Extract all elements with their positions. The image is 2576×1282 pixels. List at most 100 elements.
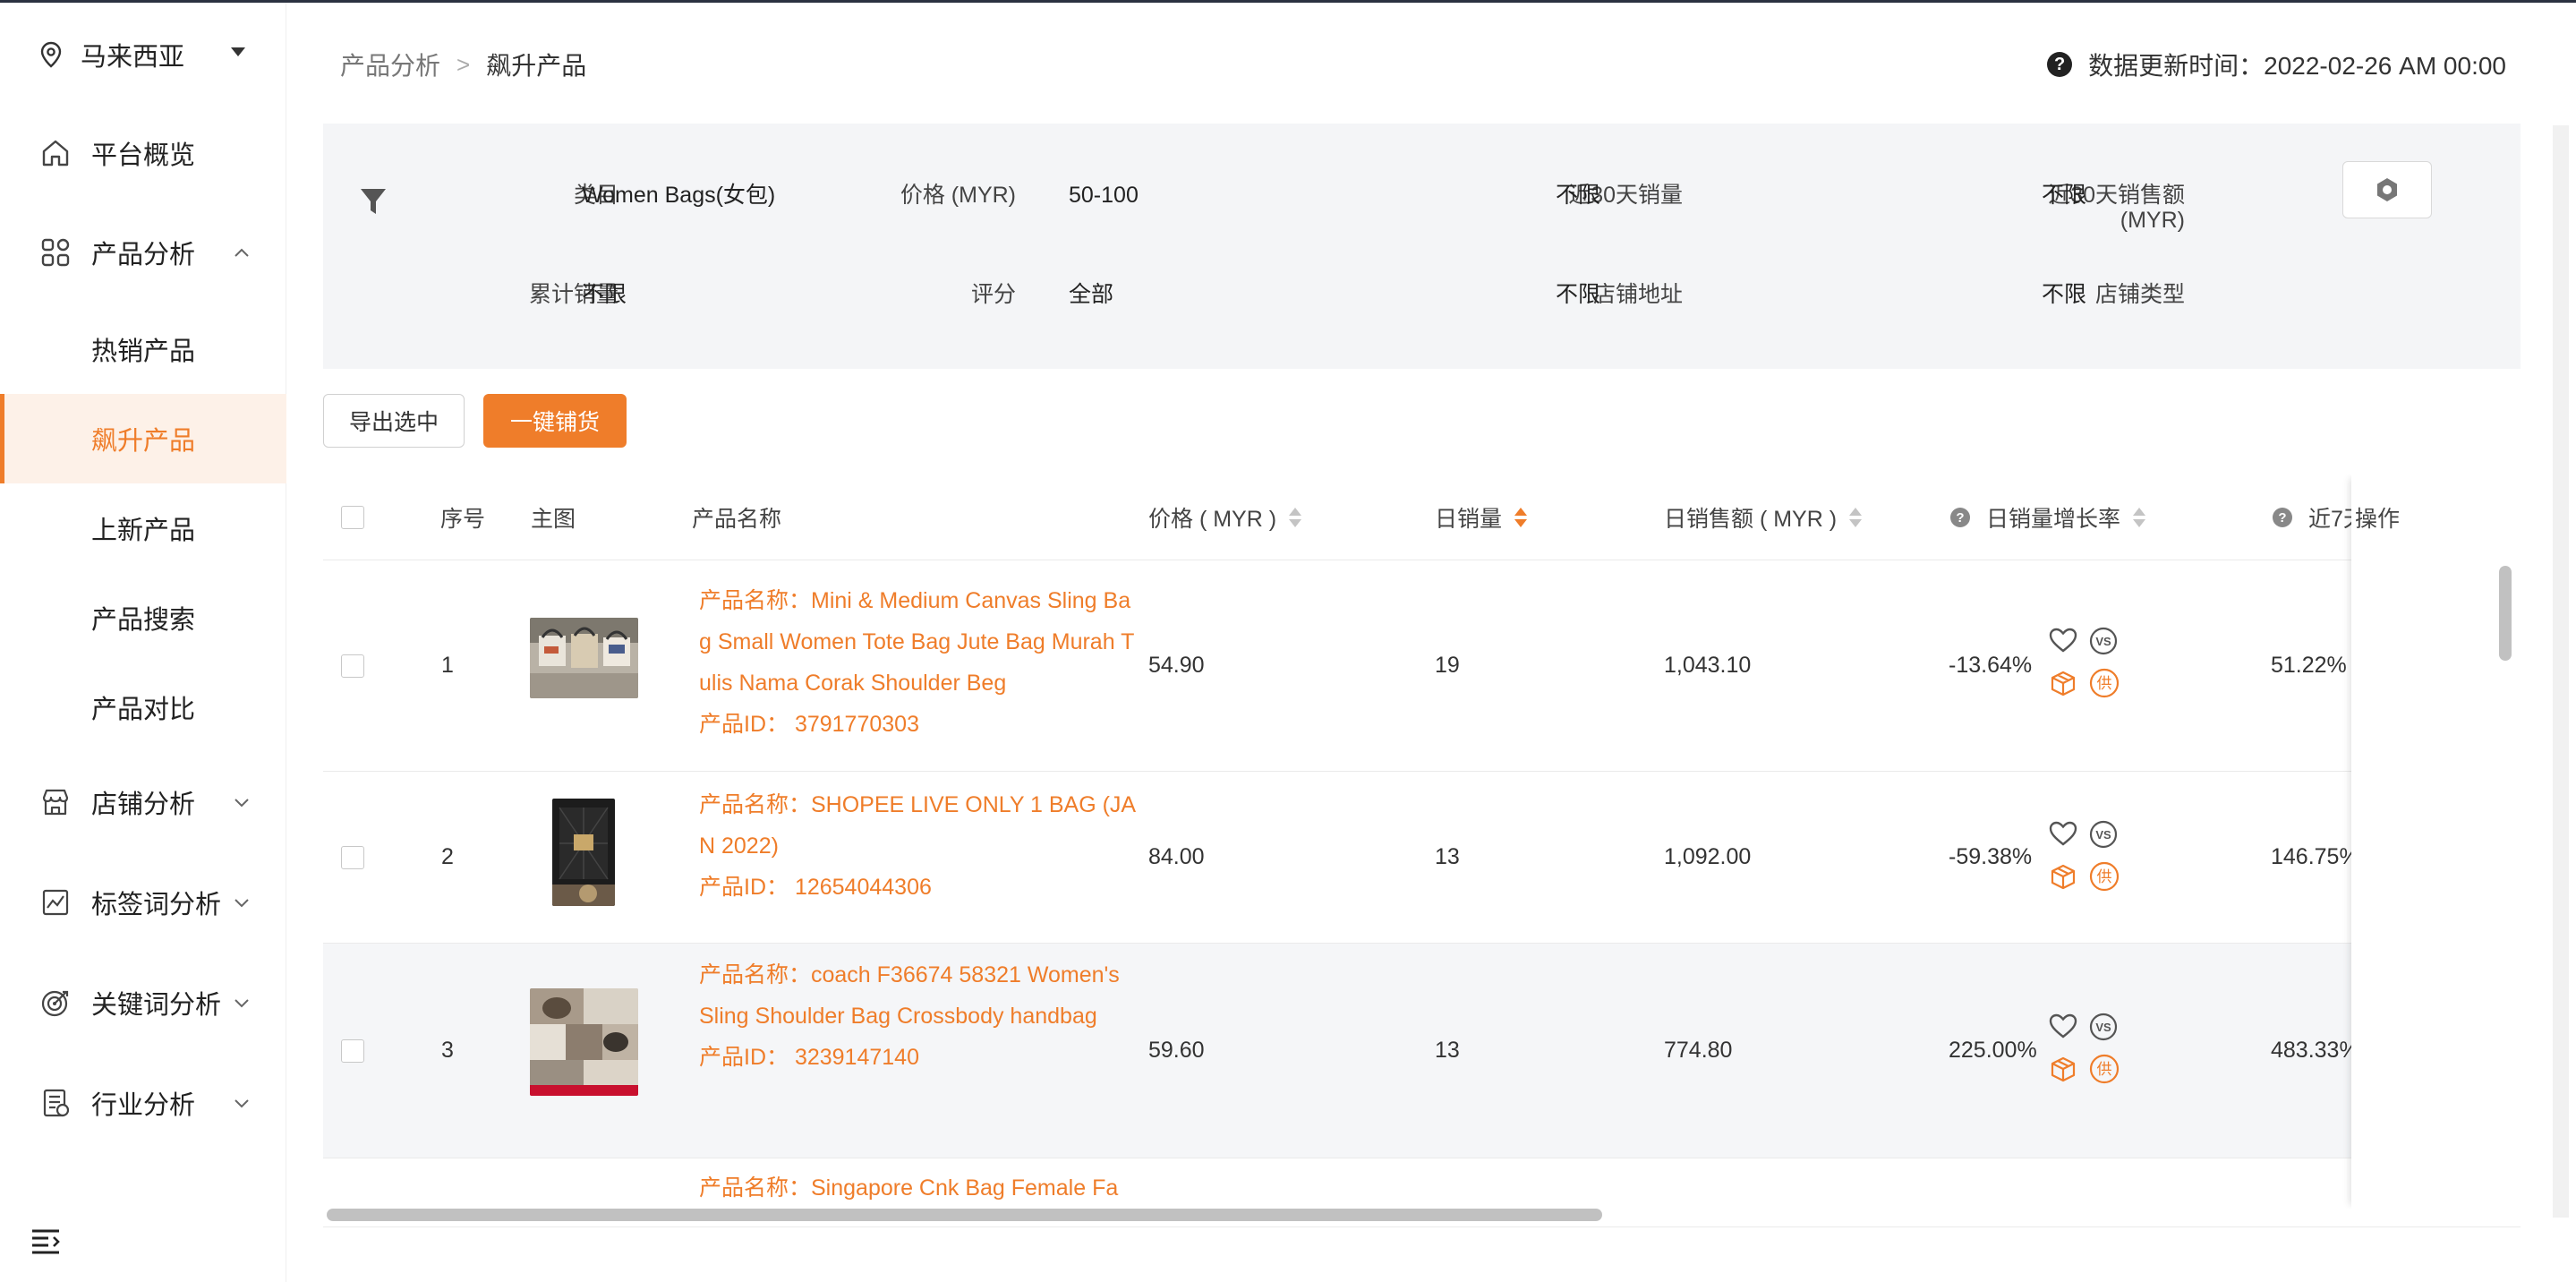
table-row[interactable]: 产品名称：Singapore Cnk Bag Female Fa — [323, 1158, 2489, 1209]
filter-revenue30-value[interactable]: 不限 — [2042, 183, 2086, 208]
sidebar-item-tag-analysis[interactable]: 标签词分析 — [0, 858, 286, 947]
help-icon[interactable]: ? — [2047, 52, 2073, 77]
sort-icon[interactable] — [2133, 507, 2146, 528]
table-vertical-scrollbar-thumb[interactable] — [2499, 566, 2512, 661]
svg-text:VS: VS — [2095, 828, 2111, 842]
supply-icon[interactable]: 供 — [2089, 1054, 2120, 1084]
sidebar-item-industry-analysis[interactable]: 行业分析 — [0, 1058, 286, 1148]
header-image: 主图 — [531, 507, 576, 532]
table-row[interactable]: 1 产品名称：Mini & Medium Canvas Sling Bag Sm… — [323, 560, 2489, 772]
sort-icon[interactable] — [1849, 507, 1863, 528]
table-row[interactable]: 3 产品名称：coach F36674 58321 Women's Sling … — [323, 944, 2489, 1158]
row-price: 59.60 — [1148, 1038, 1205, 1063]
row-checkbox[interactable] — [341, 654, 364, 678]
sort-desc-icon[interactable] — [1514, 507, 1528, 528]
row-price: 84.00 — [1148, 844, 1205, 869]
update-time: ? 数据更新时间：2022-02-26 AM 00:00 — [2047, 47, 2506, 82]
product-name-cell[interactable]: 产品名称：Mini & Medium Canvas Sling Bag Smal… — [699, 580, 1138, 745]
product-name-cell[interactable]: 产品名称：coach F36674 58321 Women's Sling Sh… — [699, 954, 1138, 1078]
header-growth-label: 日销量增长率 — [1986, 507, 2121, 532]
one-click-stock-button[interactable]: 一键铺货 — [483, 394, 627, 448]
top-border — [0, 0, 2576, 3]
export-selected-button[interactable]: 导出选中 — [323, 394, 465, 448]
chevron-down-icon — [235, 899, 249, 908]
sort-icon[interactable] — [1289, 507, 1302, 528]
product-thumbnail[interactable] — [552, 799, 615, 906]
horizontal-scrollbar-thumb[interactable] — [327, 1209, 1602, 1221]
sidebar-subitem-search[interactable]: 产品搜索 — [0, 573, 286, 662]
table-header: 序号 主图 产品名称 价格 ( MYR ) 日销量 日销售额 ( MYR ) ?… — [323, 474, 2489, 560]
header-price[interactable]: 价格 ( MYR ) — [1148, 474, 1302, 560]
filter-revenue30-label: 近30天销售额 — [2048, 183, 2185, 208]
table-row[interactable]: 2 产品名称：SHOPEE LIVE ONLY 1 BAG (JAN 2022)… — [323, 772, 2489, 944]
row-daily-revenue: 1,092.00 — [1664, 844, 1752, 869]
product-name-cell[interactable]: 产品名称：Singapore Cnk Bag Female Fa — [699, 1167, 1138, 1209]
sidebar-subitem-label: 上新产品 — [91, 517, 196, 545]
vs-icon[interactable]: VS — [2089, 820, 2118, 849]
page-scrollbar[interactable] — [2553, 125, 2569, 1218]
filter-rating-value[interactable]: 全部 — [1069, 282, 1113, 307]
box-icon[interactable] — [2050, 863, 2077, 890]
row-index: 1 — [441, 653, 454, 678]
product-thumbnail[interactable] — [530, 988, 638, 1096]
sidebar-item-overview[interactable]: 平台概览 — [0, 108, 286, 198]
header-growth[interactable]: ? 日销量增长率 — [1950, 474, 2146, 560]
filter-price-value[interactable]: 50-100 — [1069, 183, 1139, 208]
location-label: 马来西亚 — [81, 43, 185, 72]
breadcrumb: 产品分析 > 飙升产品 — [340, 47, 586, 82]
product-id: 产品ID： 12654044306 — [699, 875, 932, 900]
row-checkbox[interactable] — [341, 846, 364, 869]
breadcrumb-parent[interactable]: 产品分析 — [340, 47, 440, 82]
filter-sales30-value[interactable]: 不限 — [1556, 183, 1600, 208]
product-thumbnail[interactable] — [530, 618, 638, 698]
sidebar-subitem-new[interactable]: 上新产品 — [0, 483, 286, 573]
heart-icon[interactable] — [2048, 1013, 2078, 1039]
row-growth7: 51.22% — [2271, 653, 2347, 678]
sidebar-subitem-rising[interactable]: 飙升产品 — [0, 394, 286, 483]
filter-shop-type-value[interactable]: 不限 — [2042, 282, 2086, 307]
product-name-cell[interactable]: 产品名称：SHOPEE LIVE ONLY 1 BAG (JAN 2022) 产… — [699, 784, 1138, 908]
product-id: 产品ID： 3791770303 — [699, 712, 919, 737]
heart-icon[interactable] — [2048, 627, 2078, 654]
menu-toggle-icon[interactable] — [30, 1227, 61, 1254]
help-icon[interactable]: ? — [2273, 508, 2292, 527]
sidebar: 马来西亚 平台概览 产品分析 热销产品 飙升产品 上新产品 产品搜索 产品对比 … — [0, 3, 286, 1282]
row-price: 54.90 — [1148, 653, 1205, 678]
help-icon[interactable]: ? — [1950, 508, 1970, 527]
filter-category-value[interactable]: Women Bags(女包) — [582, 183, 775, 208]
product-name[interactable]: 产品名称：SHOPEE LIVE ONLY 1 BAG (JAN 2022) — [699, 784, 1138, 867]
heart-icon[interactable] — [2048, 820, 2078, 847]
row-ops: VS 供 — [2048, 820, 2128, 892]
row-daily-sales: 13 — [1435, 844, 1460, 869]
header-daily-revenue[interactable]: 日销售额 ( MYR ) — [1664, 474, 1863, 560]
sidebar-item-keyword-analysis[interactable]: 关键词分析 — [0, 958, 286, 1047]
box-icon[interactable] — [2050, 670, 2077, 697]
settings-button[interactable] — [2342, 161, 2432, 218]
sidebar-subitem-compare[interactable]: 产品对比 — [0, 662, 286, 752]
product-name[interactable]: 产品名称：Mini & Medium Canvas Sling Bag Smal… — [699, 580, 1138, 704]
svg-text:供: 供 — [2097, 868, 2112, 886]
select-all-checkbox[interactable] — [341, 506, 364, 529]
sidebar-item-shop-analysis[interactable]: 店铺分析 — [0, 757, 286, 847]
row-daily-revenue: 774.80 — [1664, 1038, 1733, 1063]
vs-icon[interactable]: VS — [2089, 1013, 2118, 1041]
supply-icon[interactable]: 供 — [2089, 861, 2120, 892]
product-name[interactable]: 产品名称：coach F36674 58321 Women's Sling Sh… — [699, 954, 1138, 1037]
header-daily-sales[interactable]: 日销量 — [1435, 474, 1528, 560]
location-selector[interactable]: 马来西亚 — [39, 33, 263, 76]
sidebar-subitem-hot[interactable]: 热销产品 — [0, 304, 286, 394]
filter-price-label: 价格 (MYR) — [900, 183, 1016, 208]
supply-icon[interactable]: 供 — [2089, 668, 2120, 698]
filter-revenue30-unit: (MYR) — [2120, 208, 2185, 233]
settings-icon — [2377, 178, 2397, 201]
vs-icon[interactable]: VS — [2089, 627, 2118, 655]
caret-down-icon[interactable] — [231, 47, 245, 56]
product-name[interactable]: 产品名称：Singapore Cnk Bag Female Fa — [699, 1167, 1138, 1209]
sidebar-item-product-analysis[interactable]: 产品分析 — [0, 208, 286, 297]
filter-total-sales-value[interactable]: 不限 — [582, 282, 627, 307]
filter-panel: 类目 Women Bags(女包) 价格 (MYR) 50-100 近30天销量… — [323, 124, 2521, 369]
filter-shop-location-value[interactable]: 不限 — [1556, 282, 1600, 307]
row-checkbox[interactable] — [341, 1039, 364, 1063]
sidebar-subitem-label: 飙升产品 — [91, 427, 196, 456]
box-icon[interactable] — [2050, 1056, 2077, 1082]
